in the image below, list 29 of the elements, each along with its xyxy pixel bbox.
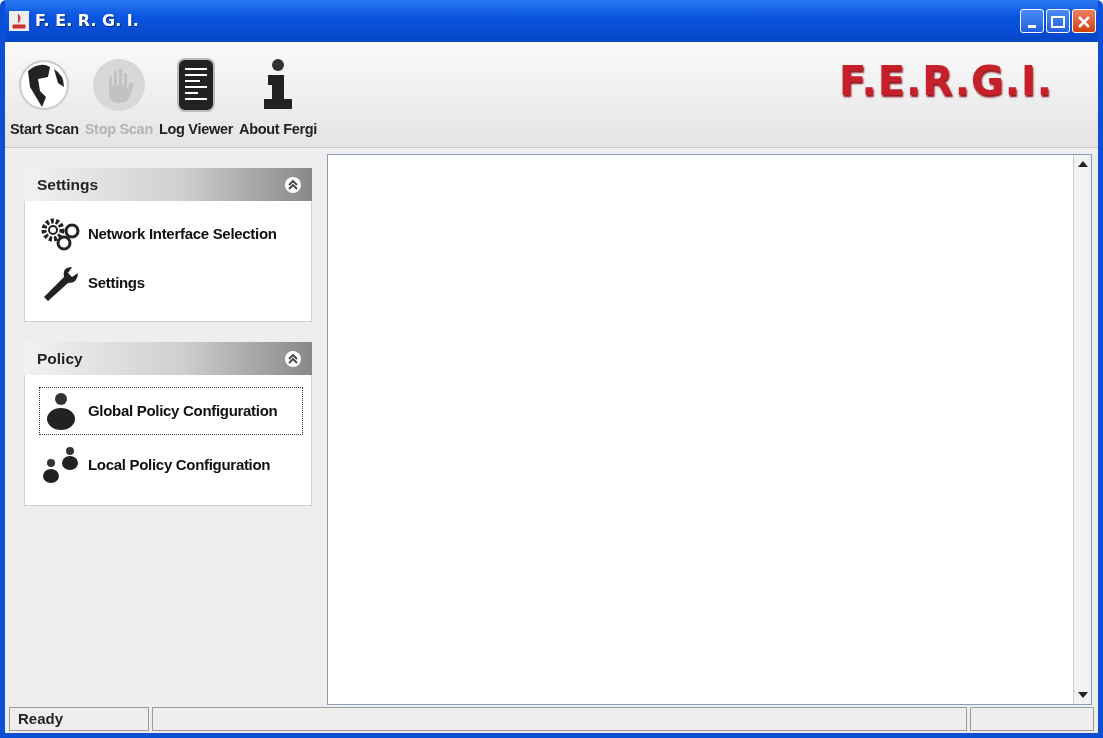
document-icon: [176, 57, 216, 114]
panel-item[interactable]: Settings: [39, 261, 303, 305]
panel-item[interactable]: Network Interface Selection: [39, 213, 303, 255]
minimize-icon: [1028, 24, 1036, 28]
scroll-down-icon[interactable]: [1077, 692, 1088, 698]
scroll-up-icon[interactable]: [1077, 161, 1088, 167]
panel-header[interactable]: Settings: [24, 168, 312, 201]
close-icon: [1077, 15, 1091, 30]
panel-header[interactable]: Policy: [24, 342, 312, 375]
collapse-icon[interactable]: [284, 349, 302, 368]
logo: F.E.R.G.I.: [839, 57, 1053, 106]
app-icon: [9, 11, 29, 31]
toolbar-button[interactable]: Start Scan: [7, 57, 82, 141]
panel-item[interactable]: Global Policy Configuration: [39, 387, 303, 435]
hand-icon: [91, 57, 146, 114]
status-text: Ready: [9, 707, 149, 731]
toolbar-button[interactable]: Log Viewer: [155, 57, 237, 141]
window-title: F. E. R. G. I.: [35, 10, 139, 32]
close-button[interactable]: [1072, 9, 1096, 33]
maximize-icon: [1051, 16, 1065, 29]
scrollbar[interactable]: [1073, 155, 1091, 704]
maximize-button[interactable]: [1046, 9, 1070, 33]
gears-icon: [40, 217, 82, 251]
toolbar-button[interactable]: About Fergi: [236, 57, 321, 141]
panel-item[interactable]: Local Policy Configuration: [39, 441, 303, 489]
panel-title: Policy: [37, 348, 83, 369]
minimize-button[interactable]: [1020, 9, 1044, 33]
collapse-icon[interactable]: [284, 175, 302, 194]
panel-title: Settings: [37, 174, 99, 195]
